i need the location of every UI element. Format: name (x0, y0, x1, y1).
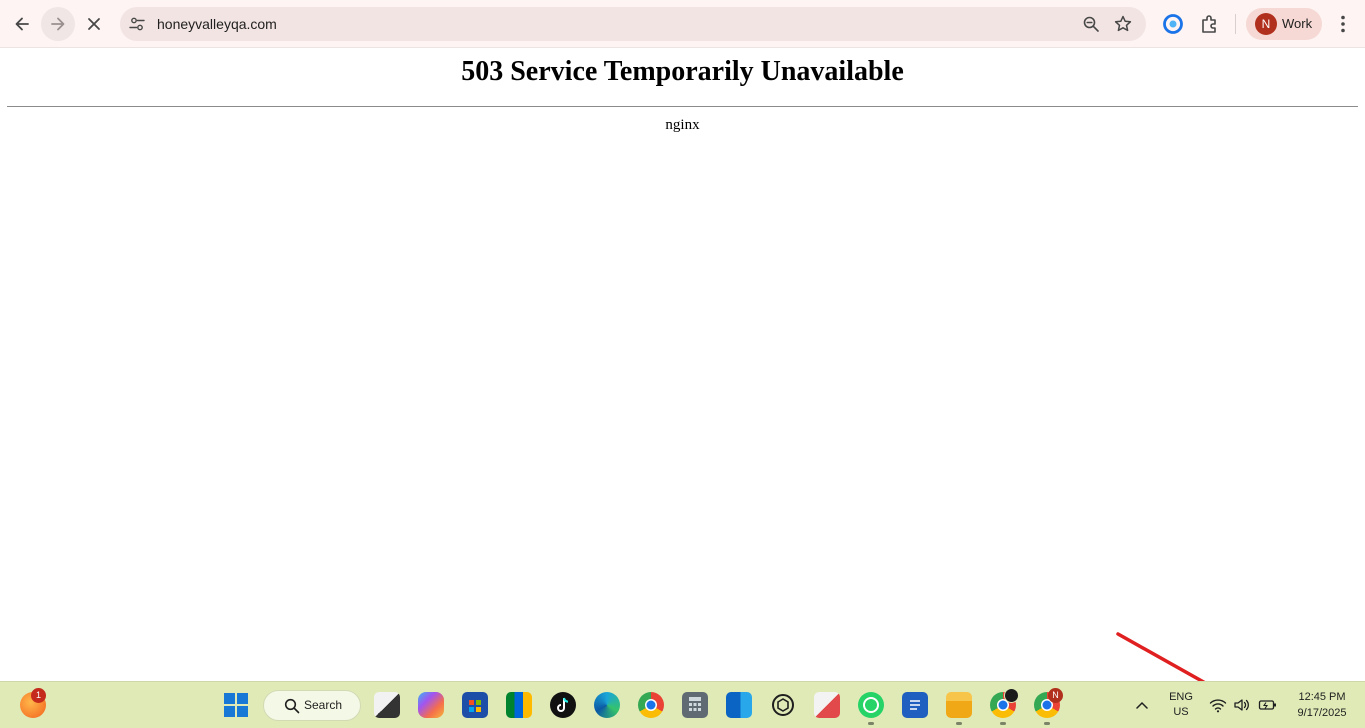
url-text[interactable]: honeyvalleyqa.com (157, 7, 277, 41)
calculator-icon[interactable] (682, 692, 708, 718)
google-meet-icon[interactable] (506, 692, 532, 718)
stop-loading-button[interactable] (77, 7, 111, 41)
volume-icon[interactable] (1233, 697, 1251, 713)
clock[interactable]: 12:45 PM 9/17/2025 (1284, 690, 1360, 722)
windows-start-icon[interactable] (224, 693, 248, 717)
search-icon (284, 698, 300, 714)
phone-icon (863, 697, 879, 713)
error-heading: 503 Service Temporarily Unavailable (461, 56, 904, 87)
chrome-1-running-indicator (1000, 722, 1006, 725)
server-name: nginx (665, 117, 700, 133)
horizontal-rule (7, 106, 1358, 107)
profile-button[interactable]: N Work (1246, 8, 1322, 40)
chrome-profile-badge: N (1048, 688, 1063, 703)
input-language-indicator[interactable]: ENG US (1163, 690, 1199, 722)
address-bar[interactable]: honeyvalleyqa.com (120, 7, 1146, 41)
language-label: ENG (1169, 691, 1193, 703)
microsoft-store-icon[interactable] (462, 692, 488, 718)
windows-taskbar: 1 Search N ENG US 12:45 PM 9/17/2025 (0, 681, 1365, 728)
browser-toolbar: honeyvalleyqa.com N Work (0, 0, 1365, 48)
extensions-puzzle-icon[interactable] (1199, 13, 1221, 35)
file-explorer-icon[interactable] (946, 692, 972, 718)
search-label: Search (304, 698, 343, 712)
back-button[interactable] (5, 7, 39, 41)
tiktok-icon[interactable] (550, 692, 576, 718)
notepad-icon[interactable] (902, 692, 928, 718)
chatgpt-icon[interactable] (770, 692, 796, 718)
battery-charging-icon[interactable] (1258, 697, 1278, 713)
notification-badge: 1 (31, 688, 46, 703)
snipping-tool-icon[interactable] (814, 692, 840, 718)
chrome-center-icon (645, 699, 657, 711)
avatar: N (1255, 13, 1277, 35)
chrome-2-running-indicator (1044, 722, 1050, 725)
copilot-extension-icon[interactable] (1162, 13, 1184, 35)
outlook-icon[interactable] (726, 692, 752, 718)
store-grid-icon (469, 700, 481, 712)
google-chrome-icon[interactable] (638, 692, 664, 718)
toolbar-divider (1235, 14, 1236, 34)
chevron-up-icon[interactable] (1135, 699, 1149, 711)
notepad-lines-icon (910, 700, 920, 710)
taskbar-search-button[interactable]: Search (263, 690, 361, 721)
task-view-icon[interactable] (374, 692, 400, 718)
close-icon (88, 18, 100, 30)
clock-date: 9/17/2025 (1297, 707, 1347, 719)
zoom-icon[interactable] (1082, 15, 1100, 33)
explorer-running-indicator (956, 722, 962, 725)
whatsapp-icon[interactable] (858, 692, 884, 718)
bookmark-star-icon[interactable] (1113, 14, 1133, 34)
forward-button[interactable] (41, 7, 75, 41)
clock-time: 12:45 PM (1298, 691, 1346, 703)
whatsapp-running-indicator (868, 722, 874, 725)
copilot-app-icon[interactable] (418, 692, 444, 718)
arrow-right-icon (51, 17, 65, 31)
kebab-menu-icon[interactable] (1332, 13, 1354, 35)
page-content: 503 Service Temporarily Unavailable ngin… (0, 48, 1365, 728)
tiktok-note-icon (557, 697, 569, 712)
wifi-icon[interactable] (1209, 697, 1227, 713)
profile-avatar-icon (1004, 688, 1019, 703)
microsoft-edge-icon[interactable] (594, 692, 620, 718)
profile-label: Work (1282, 16, 1313, 31)
region-label: US (1173, 706, 1189, 718)
calculator-keys-icon (689, 697, 701, 711)
arrow-left-icon (15, 17, 29, 31)
site-settings-icon[interactable] (129, 16, 145, 32)
